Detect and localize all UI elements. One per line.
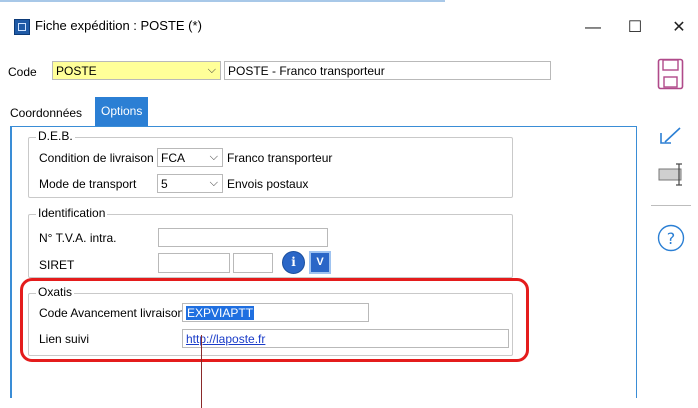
code-label: Code [8, 65, 37, 79]
help-glyph: ? [667, 229, 676, 248]
siret-label: SIRET [39, 258, 75, 272]
tva-label: N° T.V.A. intra. [39, 231, 117, 245]
tab-coordonnees[interactable]: Coordonnées [4, 100, 88, 126]
transport-label: Mode de transport [39, 177, 137, 191]
panel-left-border [10, 126, 12, 398]
field-icon[interactable] [657, 160, 687, 188]
app-icon [14, 19, 30, 35]
transport-select[interactable]: 5 ⌵ [157, 174, 223, 193]
chevron-down-icon: ⌵ [209, 177, 218, 189]
code-value: POSTE [56, 64, 97, 78]
save-icon[interactable] [657, 58, 684, 90]
help-icon[interactable]: ? [657, 224, 685, 252]
close-button[interactable]: ✕ [664, 16, 694, 40]
top-edge-accent [0, 0, 445, 2]
minimize-button[interactable]: — [578, 16, 608, 40]
condition-value: FCA [161, 151, 185, 165]
code-description-field[interactable]: POSTE - Franco transporteur [224, 61, 551, 80]
siret-input-2[interactable] [233, 253, 273, 273]
window-title: Fiche expédition : POSTE (*) [35, 18, 202, 33]
siret-input-1[interactable] [158, 253, 230, 273]
tva-input[interactable] [158, 228, 328, 247]
annotation-arrow-line [201, 335, 202, 408]
transport-description: Envois postaux [227, 177, 309, 191]
condition-select[interactable]: FCA ⌵ [157, 148, 223, 167]
verify-button[interactable]: V [309, 251, 331, 274]
chevron-down-icon: ⌵ [207, 64, 216, 76]
toolbar-divider [651, 205, 691, 206]
maximize-button[interactable]: ☐ [620, 16, 650, 40]
chevron-down-icon: ⌵ [209, 151, 218, 163]
undo-icon[interactable] [658, 122, 685, 148]
info-icon[interactable]: i [282, 251, 305, 274]
transport-value: 5 [161, 177, 168, 191]
condition-description: Franco transporteur [227, 151, 333, 165]
code-select[interactable]: POSTE ⌵ [52, 61, 221, 80]
deb-title: D.E.B. [36, 129, 75, 143]
highlight-annotation-box [20, 278, 529, 362]
identification-title: Identification [36, 206, 108, 220]
tab-options[interactable]: Options [95, 97, 149, 126]
condition-label: Condition de livraison [39, 151, 154, 165]
